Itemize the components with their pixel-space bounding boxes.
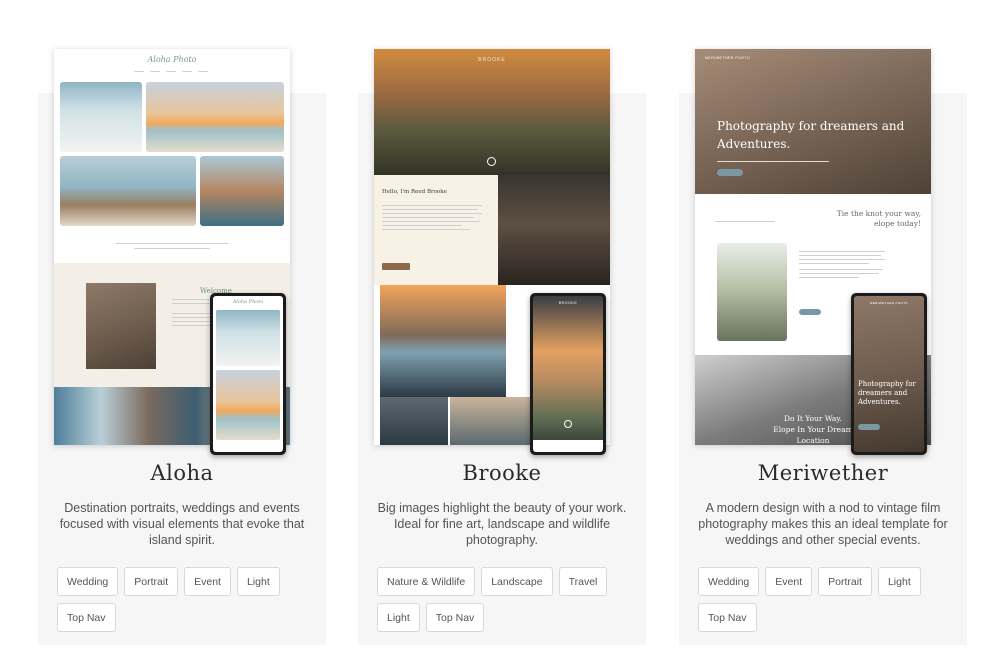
photo-couple (60, 156, 196, 226)
preview-quote: Tie the knot your way, elope today! (836, 209, 921, 228)
template-card-brooke[interactable]: BROOKE Hello, I'm Reed Brooke BROOKE Bro… (358, 49, 646, 645)
preview-logo: Aloha Photo (147, 55, 197, 64)
tag-wedding[interactable]: Wedding (698, 567, 760, 596)
intro-section: Hello, I'm Reed Brooke (374, 175, 498, 285)
tag-event[interactable]: Event (184, 567, 231, 596)
photo-woman-camera (498, 175, 610, 285)
mobile-scroll-icon (564, 420, 572, 428)
template-name: Meriwether (757, 461, 889, 485)
tag-portrait[interactable]: Portrait (124, 567, 179, 596)
intro-heading: Hello, I'm Reed Brooke (382, 189, 447, 195)
template-card-aloha[interactable]: Aloha Photo Welcome Aloha Photo Aloha De… (38, 49, 326, 645)
mobile-logo: BROOKE (558, 301, 578, 305)
scroll-down-icon (487, 157, 496, 166)
photo-portrait (200, 156, 284, 226)
tag-wedding[interactable]: Wedding (57, 567, 119, 596)
photo-sunset-lake (380, 285, 506, 397)
template-card-meriwether[interactable]: MERIWETHER PHOTO Photography for dreamer… (679, 49, 967, 645)
photo-welcome (86, 283, 156, 369)
template-name: Brooke (462, 461, 542, 485)
tag-top-nav[interactable]: Top Nav (425, 603, 485, 632)
mobile-logo: MERIWETHER PHOTO (869, 301, 909, 305)
photo-sunset (146, 82, 284, 152)
tag-landscape[interactable]: Landscape (481, 567, 553, 596)
banner-text: Do It Your Way. Elope In Your Dream Loca… (773, 414, 853, 445)
tag-portrait[interactable]: Portrait (818, 567, 872, 596)
tag-travel[interactable]: Travel (558, 567, 608, 596)
photo-coast (380, 397, 448, 445)
template-description: A modern design with a nod to vintage fi… (698, 501, 948, 547)
tag-light[interactable]: Light (236, 567, 280, 596)
preview-header: Aloha Photo (54, 49, 290, 79)
hero-button (717, 169, 743, 176)
photo-couple-tree (717, 243, 787, 341)
tag-list: Wedding Event Portrait Light Top Nav (698, 567, 956, 632)
mobile-photo (533, 296, 603, 452)
mobile-photo-bride (216, 310, 280, 366)
mobile-hero-button (858, 424, 880, 430)
preview-button (382, 263, 410, 270)
template-name: Aloha (150, 461, 214, 485)
photo-mountain: BROOKE (374, 49, 610, 175)
mobile-screen: Aloha Photo (213, 296, 283, 452)
mobile-hero-heading: Photography for dreamers and Adventures. (858, 380, 916, 406)
tag-top-nav[interactable]: Top Nav (698, 603, 757, 632)
tag-light[interactable]: Light (877, 567, 921, 596)
tag-light[interactable]: Light (377, 603, 420, 632)
preview-logo: MERIWETHER PHOTO (705, 56, 751, 60)
hero-section: MERIWETHER PHOTO Photography for dreamer… (695, 49, 931, 194)
tag-nature-wildlife[interactable]: Nature & Wildlife (377, 567, 476, 596)
template-preview-mobile[interactable]: BROOKE (530, 293, 606, 455)
mobile-screen: BROOKE (533, 296, 603, 452)
preview-logo: BROOKE (478, 57, 506, 63)
mobile-logo: Aloha Photo (232, 299, 264, 305)
mobile-footer (533, 440, 603, 452)
tag-event[interactable]: Event (765, 567, 813, 596)
template-description: Destination portraits, weddings and even… (59, 501, 305, 547)
mobile-screen: MERIWETHER PHOTO Photography for dreamer… (854, 296, 924, 452)
preview-button (799, 309, 821, 315)
template-gallery: Aloha Photo Welcome Aloha Photo Aloha De… (0, 0, 1000, 670)
hero-heading: Photography for dreamers and Adventures. (717, 119, 905, 151)
template-description: Big images highlight the beauty of your … (377, 501, 627, 547)
tag-list: Wedding Portrait Event Light Top Nav (57, 567, 315, 632)
template-preview-mobile[interactable]: MERIWETHER PHOTO Photography for dreamer… (851, 293, 927, 455)
photo-bride (60, 82, 142, 152)
template-preview-mobile[interactable]: Aloha Photo (210, 293, 286, 455)
mobile-photo-sunset (216, 370, 280, 440)
tag-list: Nature & Wildlife Landscape Travel Light… (377, 567, 635, 632)
tag-top-nav[interactable]: Top Nav (57, 603, 116, 632)
